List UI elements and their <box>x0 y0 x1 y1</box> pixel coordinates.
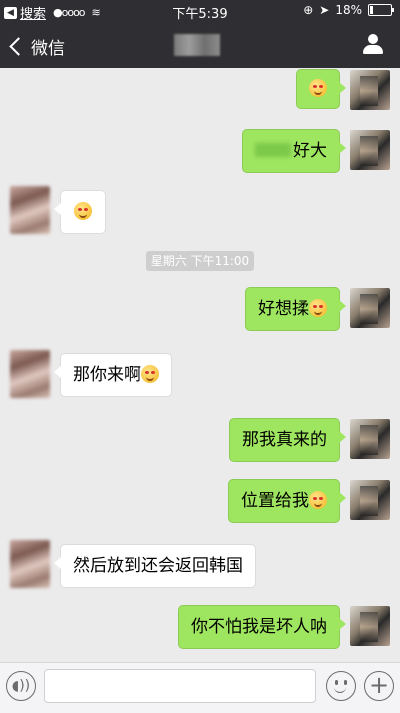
message-text: 好想揉 <box>258 299 309 319</box>
message-input[interactable] <box>44 669 316 703</box>
self-avatar[interactable] <box>350 419 390 459</box>
message-bubble[interactable]: 位置给我 <box>228 479 346 523</box>
self-avatar[interactable] <box>350 606 390 646</box>
message-text: 你不怕我是坏人呐 <box>191 617 327 637</box>
voice-icon[interactable]: ◖)) <box>6 671 36 701</box>
self-avatar[interactable] <box>350 480 390 520</box>
emoji-icon <box>74 202 92 220</box>
message-text: 然后放到还会返回韩国 <box>73 556 243 576</box>
person-icon[interactable] <box>362 33 384 55</box>
status-bar: ◀ 搜索 ●oooo ≋ 下午5:39 ⊕ ➤ 18% <box>0 0 400 22</box>
timestamp: 星期六 下午11:00 <box>146 251 254 271</box>
chat-title-blurred <box>174 34 220 56</box>
location-arrow-icon: ➤ <box>319 3 330 17</box>
battery-icon <box>368 4 394 16</box>
emoji-icon <box>309 299 327 317</box>
message-text: 那你来啊 <box>73 365 141 385</box>
location-lock-icon: ⊕ <box>303 3 314 17</box>
message-text: 那我真来的 <box>242 430 327 450</box>
emoji-icon <box>309 491 327 509</box>
message-bubble[interactable]: 然后放到还会返回韩国 <box>54 544 256 588</box>
message-bubble[interactable] <box>54 190 106 234</box>
nav-bar: 微信 <box>0 22 400 68</box>
contact-avatar[interactable] <box>10 350 50 398</box>
message-bubble[interactable]: 你不怕我是坏人呐 <box>178 605 346 649</box>
message-bubble[interactable]: 那我真来的 <box>229 418 346 462</box>
emoji-icon <box>141 365 159 383</box>
emoji-icon[interactable] <box>326 671 356 701</box>
input-bar: ◖)) + <box>0 662 400 713</box>
back-label: 微信 <box>31 39 65 59</box>
back-button[interactable]: 微信 <box>8 34 65 59</box>
message-bubble[interactable] <box>296 69 346 109</box>
message-text: 好大 <box>293 141 327 161</box>
self-avatar[interactable] <box>350 70 390 110</box>
emoji-icon <box>309 79 327 97</box>
self-avatar[interactable] <box>350 288 390 328</box>
contact-avatar[interactable] <box>10 186 50 234</box>
message-text: 位置给我 <box>241 491 309 511</box>
contact-avatar[interactable] <box>10 540 50 588</box>
message-bubble[interactable]: 好大 <box>242 129 346 173</box>
plus-icon[interactable]: + <box>364 671 394 701</box>
self-avatar[interactable] <box>350 130 390 170</box>
chevron-left-icon <box>9 37 28 56</box>
battery-percent: 18% <box>335 3 362 17</box>
message-bubble[interactable]: 那你来啊 <box>54 353 172 397</box>
blurred-text <box>255 143 291 157</box>
message-bubble[interactable]: 好想揉 <box>245 287 346 331</box>
